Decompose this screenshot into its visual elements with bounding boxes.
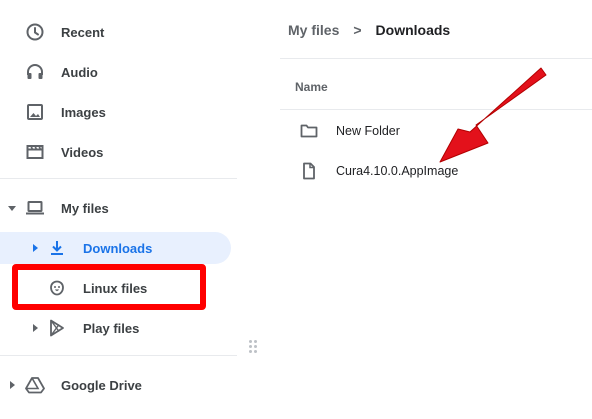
breadcrumb-separator: > bbox=[353, 22, 362, 38]
column-header-name[interactable]: Name bbox=[295, 80, 328, 94]
list-item[interactable]: Cura4.10.0.AppImage bbox=[288, 156, 588, 186]
sidebar-item-label: Images bbox=[61, 104, 106, 120]
breadcrumb: My files > Downloads bbox=[288, 22, 450, 38]
sidebar-item-label: Audio bbox=[61, 64, 98, 80]
annotation-red-box bbox=[12, 264, 206, 310]
google-drive-icon bbox=[25, 375, 45, 395]
sidebar-item-videos[interactable]: Videos bbox=[0, 132, 237, 172]
image-icon bbox=[25, 102, 45, 122]
breadcrumb-item-my-files[interactable]: My files bbox=[288, 22, 339, 38]
sidebar-divider bbox=[0, 355, 237, 356]
headphones-icon bbox=[25, 62, 45, 82]
sidebar-item-my-files[interactable]: My files bbox=[0, 188, 237, 228]
file-icon bbox=[300, 162, 318, 180]
header-divider bbox=[280, 58, 592, 59]
expand-caret-icon[interactable] bbox=[8, 206, 16, 211]
download-icon bbox=[47, 238, 67, 258]
sidebar-item-images[interactable]: Images bbox=[0, 92, 237, 132]
list-item[interactable]: New Folder bbox=[288, 116, 588, 146]
video-icon bbox=[25, 142, 45, 162]
folder-icon bbox=[300, 122, 318, 140]
column-header-divider bbox=[280, 109, 592, 110]
laptop-icon bbox=[25, 198, 45, 218]
expand-caret-icon[interactable] bbox=[33, 324, 38, 332]
sidebar-item-label: My files bbox=[61, 200, 109, 216]
sidebar-item-play-files[interactable]: Play files bbox=[0, 308, 231, 348]
file-name: Cura4.10.0.AppImage bbox=[336, 164, 459, 178]
sidebar-item-label: Videos bbox=[61, 144, 104, 160]
sidebar-item-recent[interactable]: Recent bbox=[0, 12, 237, 52]
sidebar-resize-handle[interactable] bbox=[249, 340, 257, 354]
clock-icon bbox=[25, 22, 45, 42]
expand-caret-icon[interactable] bbox=[10, 381, 15, 389]
file-name: New Folder bbox=[336, 124, 400, 138]
sidebar-item-downloads[interactable]: Downloads bbox=[0, 228, 231, 268]
sidebar-item-label: Recent bbox=[61, 24, 105, 40]
file-list-pane: My files > Downloads Name New Folder Cur… bbox=[262, 0, 592, 419]
breadcrumb-item-downloads[interactable]: Downloads bbox=[376, 22, 451, 38]
sidebar-item-label: Google Drive bbox=[61, 377, 142, 393]
play-store-icon bbox=[47, 318, 67, 338]
collapse-caret-icon[interactable] bbox=[33, 244, 38, 252]
sidebar-item-google-drive[interactable]: Google Drive bbox=[0, 365, 237, 405]
sidebar-item-label: Downloads bbox=[83, 240, 153, 256]
sidebar-item-audio[interactable]: Audio bbox=[0, 52, 237, 92]
sidebar: Recent Audio Images Videos My files Down… bbox=[0, 0, 240, 419]
sidebar-item-label: Play files bbox=[83, 320, 140, 336]
sidebar-divider bbox=[0, 178, 237, 179]
